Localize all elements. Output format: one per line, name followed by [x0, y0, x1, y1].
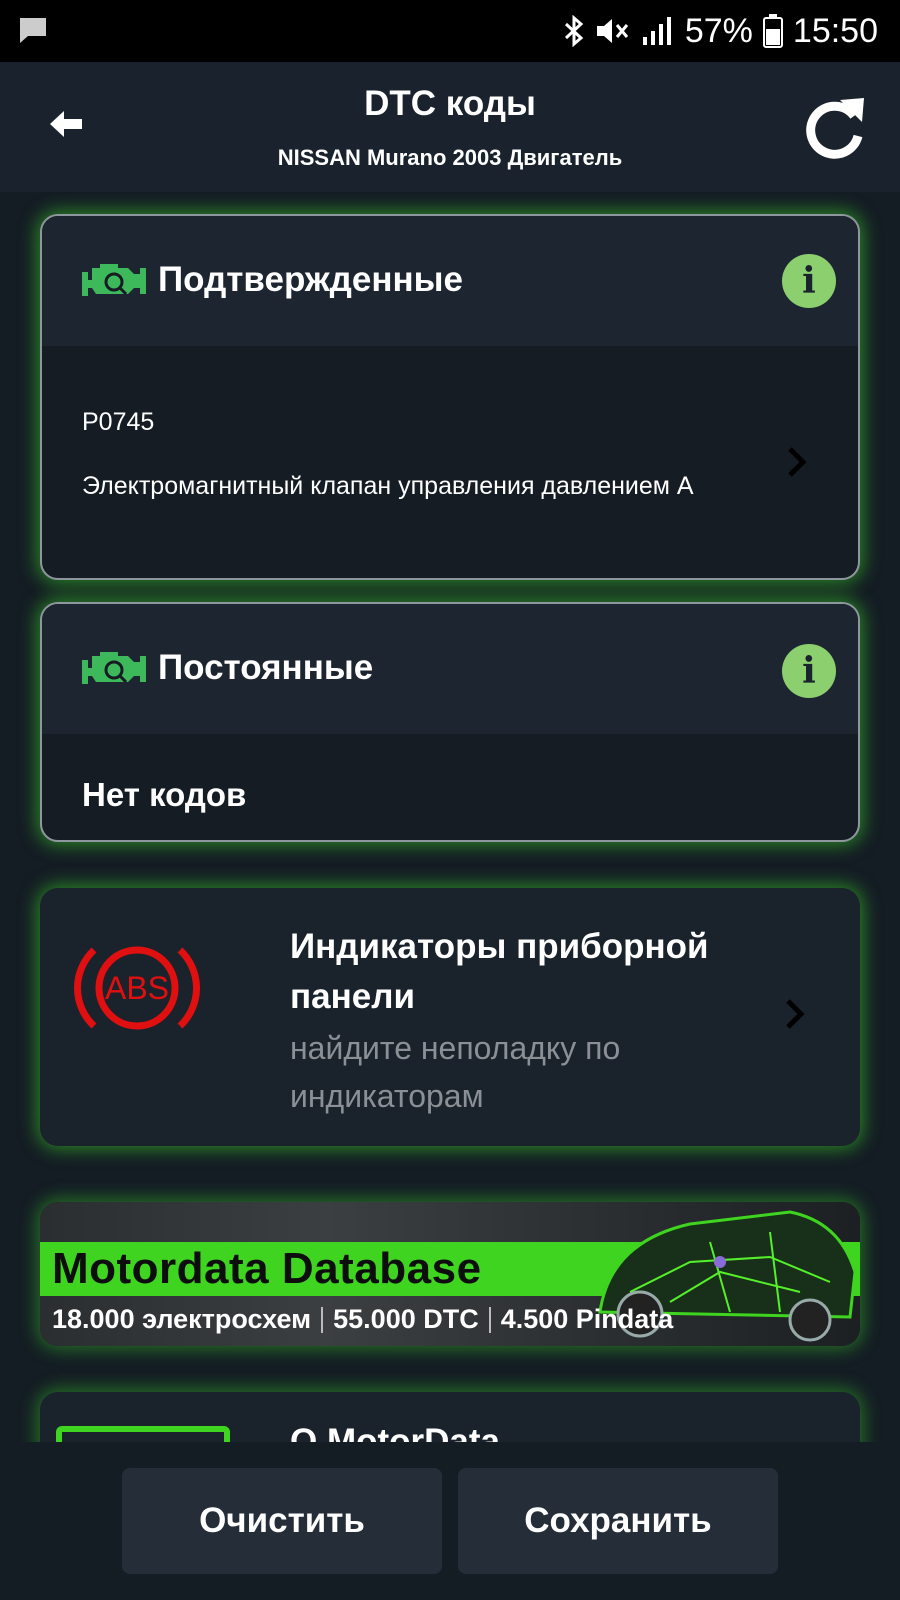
refresh-icon [806, 98, 864, 159]
no-codes-text: Нет кодов [82, 776, 247, 813]
banner-separator [321, 1306, 324, 1333]
signal-icon [641, 15, 675, 47]
mute-icon [595, 15, 631, 47]
engine-check-icon [82, 652, 146, 684]
battery-icon [762, 14, 783, 48]
content-area: Подтвержденные i P0745 Электромагнитный … [0, 192, 900, 1442]
confirmed-info-icon[interactable]: i [782, 254, 836, 308]
indicators-title: Индикаторы приборной панели [290, 927, 709, 1016]
bottom-action-bar: Очистить Сохранить [0, 1442, 900, 1600]
page-subtitle: NISSAN Murano 2003 Двигатель [277, 145, 623, 170]
page-title: DTC коды [364, 84, 536, 123]
banner-stat-pindata: 4.500 Pindata [500, 1304, 674, 1334]
banner-stats: 18.000 электросхем 55.000 DTC 4.500 Pind… [52, 1304, 673, 1335]
save-button[interactable]: Сохранить [458, 1468, 778, 1574]
app-header: DTC коды NISSAN Murano 2003 Двигатель [0, 62, 900, 192]
abs-icon-label: ABS [105, 970, 169, 1006]
dashboard-indicators-card[interactable]: ABS Индикаторы приборной панели найдите … [40, 888, 860, 1146]
indicators-subtitle: найдите неполадку по индикаторам [290, 1030, 621, 1114]
indicators-chevron[interactable] [780, 996, 810, 1032]
banner-separator [488, 1306, 491, 1333]
battery-percent: 57% [684, 11, 753, 50]
permanent-codes-title: Постоянные [158, 648, 374, 687]
status-bar: 57% 15:50 [0, 0, 900, 62]
chevron-right-icon [788, 447, 807, 477]
permanent-info-icon[interactable]: i [782, 644, 836, 698]
refresh-button[interactable] [800, 92, 870, 162]
motordata-banner[interactable]: Motordata Database 18.000 электросхем 55… [40, 1202, 860, 1346]
dtc-code: P0745 [82, 408, 155, 436]
chevron-right-icon [786, 999, 805, 1029]
message-icon [18, 16, 48, 46]
dtc-item-chevron[interactable] [782, 444, 812, 480]
clear-button[interactable]: Очистить [122, 1468, 442, 1574]
clock: 15:50 [792, 11, 878, 50]
confirmed-codes-title: Подтвержденные [158, 260, 464, 299]
about-logo-frame [56, 1426, 230, 1442]
permanent-codes-card: Постоянные i Нет кодов [40, 602, 860, 842]
banner-title: Motordata Database [52, 1244, 482, 1293]
about-title: О MotorData [290, 1422, 500, 1442]
about-motordata-card[interactable]: О MotorData [40, 1392, 860, 1442]
engine-check-icon [82, 264, 146, 296]
bluetooth-icon [563, 15, 585, 47]
confirmed-codes-card: Подтвержденные i P0745 Электромагнитный … [40, 214, 860, 580]
dtc-description: Электромагнитный клапан управления давле… [82, 472, 694, 500]
banner-stat-dtc: 55.000 DTC [333, 1304, 479, 1334]
banner-stat-wiring: 18.000 электросхем [52, 1304, 312, 1334]
abs-warning-icon: ABS [74, 946, 200, 1030]
